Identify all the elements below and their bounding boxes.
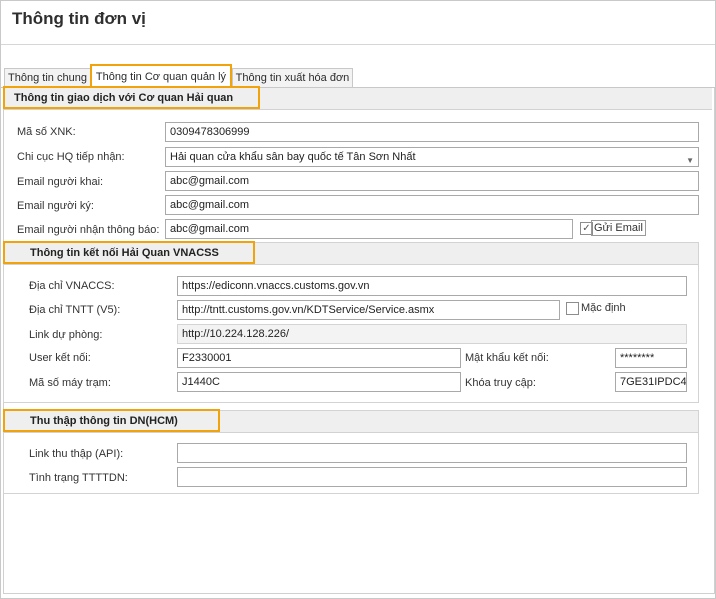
khoa-truy-cap-label: Khóa truy cập:: [465, 377, 536, 389]
user-ket-noi-field[interactable]: F2330001: [177, 348, 461, 368]
email-nguoi-ky-label: Email người ký:: [17, 200, 94, 212]
user-ket-noi-label: User kết nối:: [29, 352, 91, 364]
email-nguoi-khai-label: Email người khai:: [17, 176, 104, 188]
link-api-label: Link thu thập (API):: [29, 448, 124, 460]
tab-general[interactable]: Thông tin chung: [4, 68, 91, 87]
chevron-down-icon[interactable]: ▼: [686, 152, 694, 166]
ma-may-tram-field[interactable]: J1440C: [177, 372, 461, 392]
title-divider: [1, 44, 715, 45]
ma-may-tram-label: Mã số máy trạm:: [29, 377, 111, 389]
mat-khau-field[interactable]: ********: [615, 348, 687, 368]
link-du-phong-label: Link dự phòng:: [29, 329, 103, 341]
email-thong-bao-label: Email người nhận thông báo:: [17, 224, 160, 236]
link-api-field[interactable]: [177, 443, 687, 463]
window-title: Thông tin đơn vị: [12, 9, 146, 28]
vnaccs-section-title: Thông tin kết nối Hải Quan VNACSS: [30, 247, 219, 259]
dia-chi-vnaccs-field[interactable]: https://ediconn.vnaccs.customs.gov.vn: [177, 276, 687, 296]
dia-chi-tntt-label: Địa chỉ TNTT (V5):: [29, 304, 121, 316]
mac-dinh-label: Mặc định: [581, 302, 626, 314]
chi-cuc-value: Hải quan cửa khẩu sân bay quốc tế Tân Sơ…: [170, 151, 416, 163]
link-du-phong-field: http://10.224.128.226/: [177, 324, 687, 344]
tinh-trang-label: Tình trạng TTTTDN:: [29, 472, 128, 484]
tab-invoice[interactable]: Thông tin xuất hóa đơn: [232, 68, 353, 87]
email-nguoi-khai-field[interactable]: abc@gmail.com: [165, 171, 699, 191]
tinh-trang-field[interactable]: [177, 467, 687, 487]
ma-so-xnk-label: Mã số XNK:: [17, 126, 76, 138]
customs-section-title: Thông tin giao dịch với Cơ quan Hải quan: [14, 92, 234, 104]
email-nguoi-ky-field[interactable]: abc@gmail.com: [165, 195, 699, 215]
tab-management-agency[interactable]: Thông tin Cơ quan quản lý: [90, 64, 232, 88]
gui-email-label[interactable]: Gửi Email: [591, 220, 646, 236]
khoa-truy-cap-field[interactable]: 7GE31IPDC4A: [615, 372, 687, 392]
chi-cuc-label: Chi cục HQ tiếp nhận:: [17, 151, 125, 163]
dia-chi-vnaccs-label: Địa chỉ VNACCS:: [29, 280, 115, 292]
dia-chi-tntt-field[interactable]: http://tntt.customs.gov.vn/KDTService/Se…: [177, 300, 560, 320]
email-thong-bao-field[interactable]: abc@gmail.com: [165, 219, 573, 239]
ma-so-xnk-field[interactable]: 0309478306999: [165, 122, 699, 142]
chi-cuc-dropdown[interactable]: Hải quan cửa khẩu sân bay quốc tế Tân Sơ…: [165, 147, 699, 167]
mat-khau-label: Mật khẩu kết nối:: [465, 352, 549, 364]
dn-section-title: Thu thập thông tin DN(HCM): [30, 415, 178, 427]
mac-dinh-checkbox[interactable]: [566, 302, 579, 315]
check-icon: ✓: [582, 223, 591, 234]
